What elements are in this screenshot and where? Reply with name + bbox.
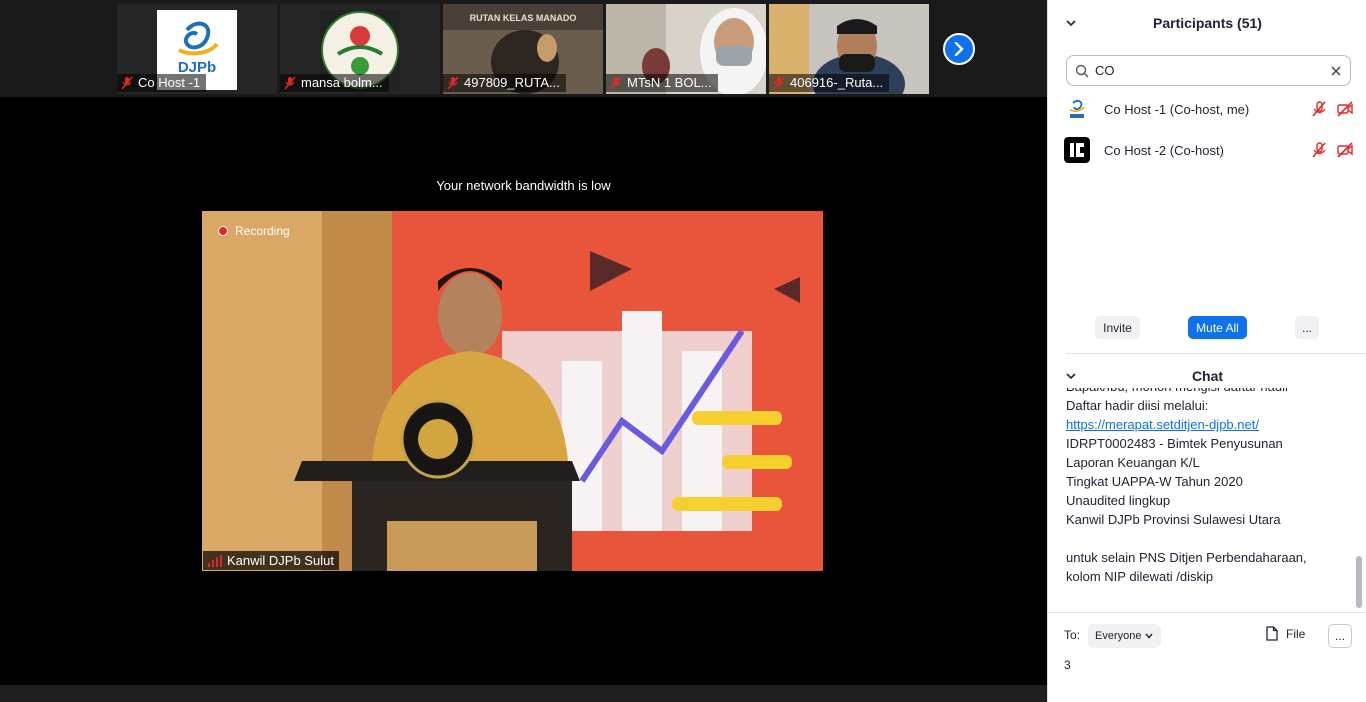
recording-label: Recording (235, 224, 290, 238)
file-label: File (1286, 626, 1306, 641)
panel-divider (1066, 353, 1366, 354)
participant-row[interactable]: Co Host -1 (Co-host, me) (1064, 94, 1354, 124)
mic-muted-icon (610, 76, 622, 90)
mute-all-button[interactable]: Mute All (1188, 316, 1247, 339)
chat-line: untuk selain PNS Ditjen Perbendaharaan, (1066, 550, 1307, 565)
zoom-meeting-window: DJPb Co Host -1 mansa bolm... RUTAN KELA… (0, 0, 1366, 702)
recipient-select[interactable]: Everyone (1088, 624, 1161, 648)
speaker-video-image (202, 211, 823, 571)
video-off-icon[interactable] (1336, 141, 1354, 159)
chat-divider (1048, 612, 1366, 613)
active-speaker-video (202, 211, 823, 571)
invite-button[interactable]: Invite (1095, 316, 1140, 339)
thumbnail-name-tag: 406916-_Ruta... (769, 74, 890, 92)
search-icon (1075, 64, 1089, 77)
chevron-right-icon (954, 42, 964, 56)
chat-line: Laporan Keuangan K/L (1066, 455, 1200, 470)
participants-more-button[interactable]: ... (1295, 316, 1319, 339)
mic-muted-icon (773, 76, 785, 90)
chat-link[interactable]: https://merapat.setditjen-djpb.net/ (1066, 417, 1259, 432)
mic-muted-icon[interactable] (1310, 141, 1328, 159)
recording-indicator: Recording (218, 224, 290, 238)
mic-muted-icon (121, 76, 133, 90)
avatar (1064, 137, 1090, 163)
chat-scrollbar[interactable] (1356, 556, 1362, 608)
chat-line: IDRPT0002483 - Bimtek Penyusunan (1066, 436, 1283, 451)
chat-line: Kanwil DJPb Provinsi Sulawesi Utara (1066, 512, 1281, 527)
chat-more-button[interactable]: ... (1328, 624, 1352, 648)
video-off-icon[interactable] (1336, 100, 1354, 118)
record-icon (218, 226, 228, 236)
participant-thumbnail[interactable]: RUTAN KELAS MANADO 497809_RUTA... (443, 4, 603, 94)
mic-muted-icon[interactable] (1310, 100, 1328, 118)
participant-thumbnail[interactable]: 406916-_Ruta... (769, 4, 929, 94)
avatar (1064, 96, 1090, 122)
thumbnail-name: Co Host -1 (138, 75, 201, 90)
speaker-name: Kanwil DJPb Sulut (227, 553, 334, 568)
side-panel: Participants (51) Co Host -1 (Co-host, m… (1047, 0, 1366, 702)
thumbnail-name-tag: 497809_RUTA... (443, 74, 566, 92)
mic-muted-icon (284, 76, 296, 90)
thumbnail-name: 497809_RUTA... (464, 75, 560, 90)
participant-thumbnail[interactable]: mansa bolm... (280, 4, 440, 94)
participants-title: Participants (51) (1153, 15, 1262, 31)
meeting-toolbar (0, 685, 1047, 702)
bandwidth-warning: Your network bandwidth is low (436, 178, 611, 193)
chat-messages: Bapak/Ibu, mohon mengisi daftar hadir Da… (1066, 388, 1351, 606)
participant-name: Co Host -1 (Co-host, me) (1104, 101, 1250, 117)
search-input[interactable] (1095, 63, 1330, 78)
chat-line: kolom NIP dilewati /diskip (1066, 569, 1214, 584)
participant-name: Co Host -2 (Co-host) (1104, 142, 1224, 158)
chat-title: Chat (1191, 368, 1224, 384)
thumbnail-name-tag: mansa bolm... (280, 74, 389, 92)
chevron-down-icon (1145, 633, 1154, 639)
video-stage: DJPb Co Host -1 mansa bolm... RUTAN KELA… (0, 0, 1047, 702)
file-button[interactable]: File (1266, 626, 1305, 641)
participant-thumbnail[interactable]: DJPb Co Host -1 (117, 4, 277, 94)
thumbnail-name-tag: MTsN 1 BOL... (606, 74, 718, 92)
chat-line: Tingkat UAPPA-W Tahun 2020 (1066, 474, 1243, 489)
chat-line: Bapak/Ibu, mohon mengisi daftar hadir (1066, 388, 1351, 396)
next-page-button[interactable] (943, 33, 975, 65)
chat-line (1066, 529, 1351, 548)
participant-thumbnail[interactable]: MTsN 1 BOL... (606, 4, 766, 94)
chat-line: Daftar hadir diisi melalui: (1066, 398, 1209, 413)
chat-input[interactable] (1064, 655, 1352, 675)
rutan-banner-text: RUTAN KELAS MANADO (470, 13, 577, 23)
speaker-name-tag: Kanwil DJPb Sulut (203, 551, 339, 570)
thumbnail-name: 406916-_Ruta... (790, 75, 884, 90)
thumbnail-strip: DJPb Co Host -1 mansa bolm... RUTAN KELA… (0, 0, 1047, 97)
participant-row[interactable]: Co Host -2 (Co-host) (1064, 135, 1354, 165)
file-icon (1266, 626, 1278, 641)
signal-bars-icon (208, 554, 222, 567)
mic-muted-icon (447, 76, 459, 90)
to-label: To: (1064, 628, 1081, 642)
clear-search-icon[interactable] (1330, 65, 1342, 77)
thumbnail-name: mansa bolm... (301, 75, 383, 90)
recipient-value: Everyone (1095, 630, 1142, 642)
thumbnail-name-tag: Co Host -1 (117, 74, 207, 92)
thumbnail-name: MTsN 1 BOL... (627, 75, 712, 90)
participant-search[interactable] (1066, 55, 1351, 86)
chat-line: Unaudited lingkup (1066, 493, 1171, 508)
